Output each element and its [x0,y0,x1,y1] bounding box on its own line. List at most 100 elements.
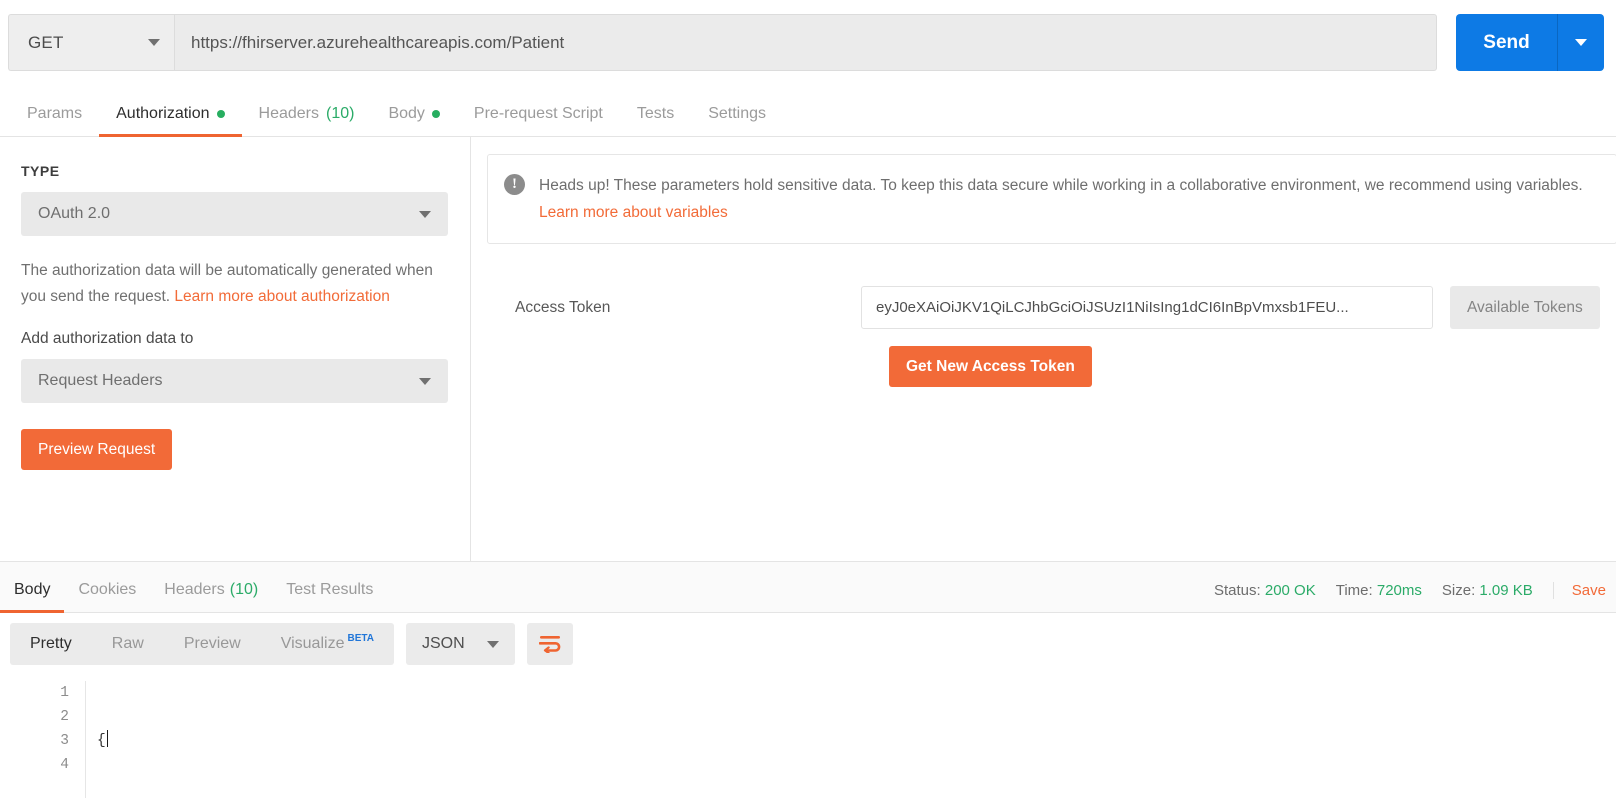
view-raw[interactable]: Raw [92,623,164,665]
format-value: JSON [421,635,465,652]
tab-count: (10) [229,581,259,598]
preview-request-button[interactable]: Preview Request [21,429,173,470]
add-auth-data-select[interactable]: Request Headers [21,359,448,403]
code-line-numbers: 1 2 3 4 [0,681,86,798]
response-tab-test-results[interactable]: Test Results [272,581,387,612]
tab-label: Body [388,105,425,122]
line-number: 2 [60,709,69,725]
code-open-brace: { [97,733,106,749]
tab-label: Body [14,581,51,598]
chevron-down-icon [1575,39,1587,46]
access-token-row: Access Token eyJ0eXAiOiJKV1QiLCJhbGciOiJ… [487,286,1616,329]
code-line: { [97,729,1616,753]
tab-params[interactable]: Params [10,105,99,136]
authorization-panel: TYPE OAuth 2.0 The authorization data wi… [0,137,1616,561]
tab-label: Params [27,105,83,122]
get-token-row: Get New Access Token [487,346,1616,387]
notice-body: Heads up! These parameters hold sensitiv… [539,177,1583,194]
code-content[interactable]: { "resourceType": "Bundle", "id": "164a1… [86,681,1616,798]
tab-pre-request-script[interactable]: Pre-request Script [457,105,620,136]
oauth-details-pane: ! Heads up! These parameters hold sensit… [471,137,1616,561]
response-tab-bar: Body Cookies Headers (10) Test Results S… [0,562,1616,613]
time-badge: Time: 720ms [1336,582,1422,599]
tab-headers[interactable]: Headers (10) [242,105,372,136]
line-number: 3 [60,733,69,749]
chevron-down-icon [148,39,160,46]
status-value: 200 OK [1264,582,1316,599]
status-dot-icon [216,110,225,118]
view-label: Preview [183,635,241,652]
tab-label: Tests [636,105,675,122]
response-meta: Status: 200 OK Time: 720ms Size: 1.09 KB… [1214,582,1606,612]
tab-count: (10) [326,105,355,122]
tab-authorization[interactable]: Authorization [99,105,242,137]
tab-label: Test Results [286,581,374,598]
view-label: Pretty [30,635,72,652]
view-preview[interactable]: Preview [164,623,261,665]
add-auth-data-label: Add authorization data to [21,330,194,347]
notice-text: Heads up! These parameters hold sensitiv… [539,172,1598,226]
add-auth-data-value: Request Headers [38,372,163,389]
tab-label: Headers [258,105,319,122]
learn-more-authorization-link[interactable]: Learn more about authorization [174,288,389,305]
beta-badge: BETA [347,632,374,644]
tab-tests[interactable]: Tests [620,105,691,136]
tab-label: Pre-request Script [473,105,603,122]
available-tokens-button[interactable]: Available Tokens [1450,286,1600,329]
send-button-group: Send [1456,14,1604,71]
request-url-bar: GET https://fhirserver.azurehealthcareap… [0,0,1616,85]
chevron-down-icon [419,377,431,385]
response-tab-body[interactable]: Body [0,581,65,613]
tab-label: Authorization [116,105,210,122]
response-tab-cookies[interactable]: Cookies [64,581,150,612]
status-label: Status: [1213,582,1261,599]
http-method-label: GET [28,32,64,52]
tab-label: Settings [708,105,767,122]
view-visualize[interactable]: Visualize BETA [261,623,394,665]
sensitive-data-notice: ! Heads up! These parameters hold sensit… [487,154,1616,244]
status-badge: Status: 200 OK [1214,582,1316,599]
auth-config-pane: TYPE OAuth 2.0 The authorization data wi… [0,137,471,561]
response-view-toolbar: Pretty Raw Preview Visualize BETA JSON [0,613,1616,675]
tab-settings[interactable]: Settings [691,105,783,136]
postman-app-window: GET https://fhirserver.azurehealthcareap… [0,0,1616,798]
response-view-switcher: Pretty Raw Preview Visualize BETA [10,623,394,665]
view-label: Visualize [280,635,345,652]
request-url-input[interactable]: https://fhirserver.azurehealthcareapis.c… [174,14,1437,71]
auth-help-text: The authorization data will be automatic… [21,258,448,310]
access-token-label: Access Token [515,298,611,316]
view-label: Raw [111,635,144,652]
tab-body[interactable]: Body [371,105,456,136]
time-value: 720ms [1376,582,1422,599]
response-format-select[interactable]: JSON [405,623,515,665]
tab-label: Headers [164,581,225,598]
wrap-lines-icon [538,636,561,653]
learn-more-variables-link[interactable]: Learn more about variables [539,204,728,221]
time-label: Time: [1335,582,1373,599]
text-cursor [106,730,108,747]
line-number: 4 [60,757,69,773]
size-label: Size: [1441,582,1476,599]
exclamation-icon: ! [504,174,525,195]
tab-label: Cookies [78,581,137,598]
view-pretty[interactable]: Pretty [10,623,92,665]
get-new-access-token-button[interactable]: Get New Access Token [889,346,1092,387]
status-dot-icon [431,110,440,118]
request-tab-bar: Params Authorization Headers (10) Body P… [0,85,1616,137]
size-value: 1.09 KB [1479,582,1533,599]
send-button[interactable]: Send [1456,14,1557,71]
auth-type-value: OAuth 2.0 [38,205,111,222]
chevron-down-icon [486,640,499,648]
save-response-button[interactable]: Save [1552,582,1606,599]
response-body-code[interactable]: 1 2 3 4 { "resourceType": "Bundle", "id"… [0,675,1616,798]
wrap-lines-button[interactable] [526,623,573,665]
chevron-down-icon [419,210,431,218]
access-token-input[interactable]: eyJ0eXAiOiJKV1QiLCJhbGciOiJSUzI1NiIsIng1… [861,286,1433,329]
size-badge: Size: 1.09 KB [1442,582,1533,599]
line-number: 1 [60,685,69,701]
send-options-button[interactable] [1557,14,1604,71]
auth-type-select[interactable]: OAuth 2.0 [21,192,448,236]
http-method-select[interactable]: GET [8,14,174,71]
auth-type-label: TYPE [21,163,60,179]
response-tab-headers[interactable]: Headers (10) [150,581,272,612]
